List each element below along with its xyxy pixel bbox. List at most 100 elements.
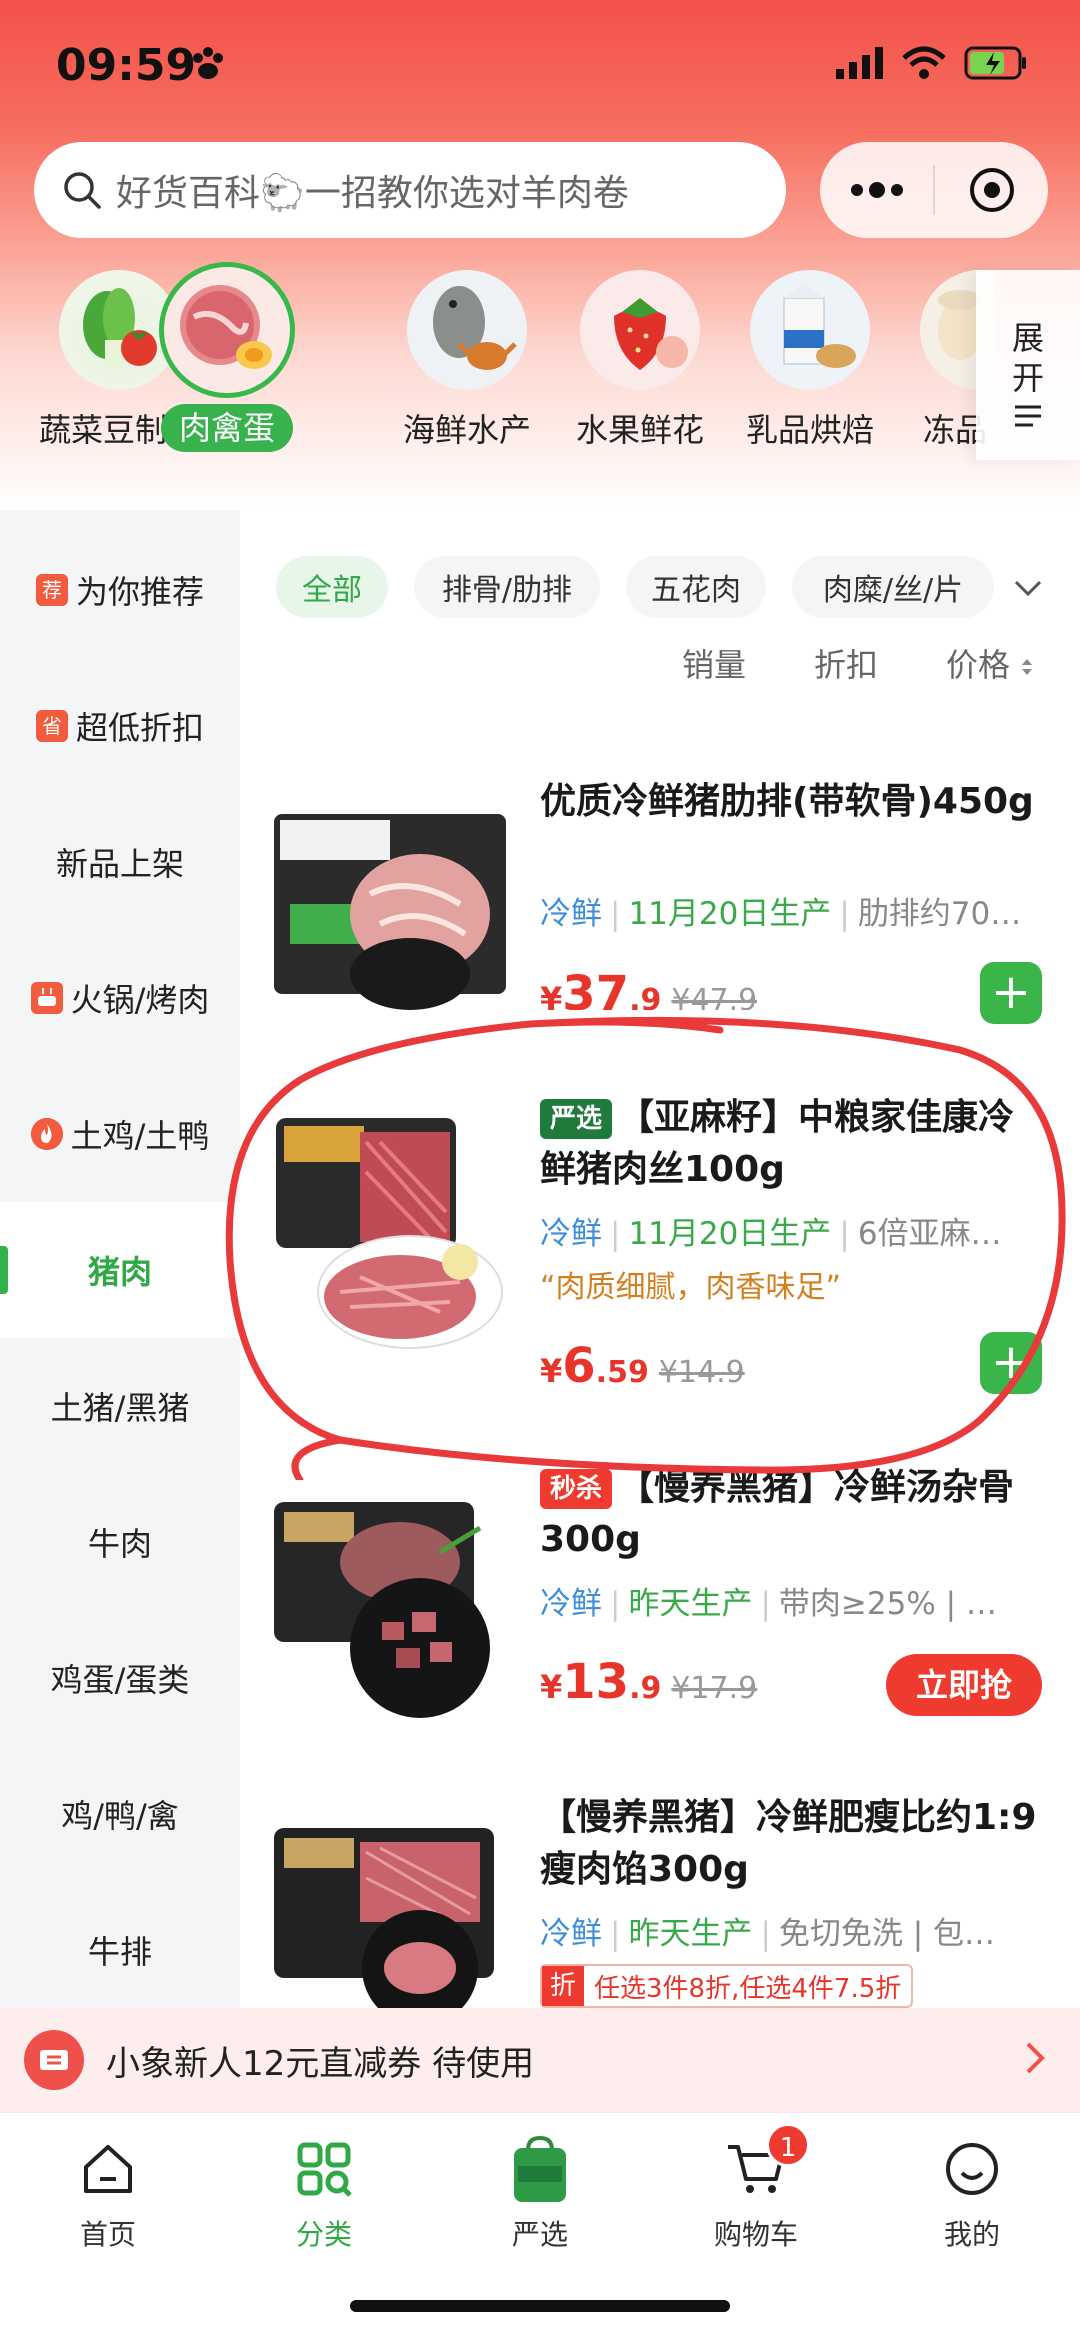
grab-now-button[interactable]: 立即抢 (886, 1654, 1042, 1716)
production-date: 11月20日生产 (628, 896, 832, 932)
production-date: 11月20日生产 (628, 1216, 832, 1252)
product-review-quote: “肉质细腻，肉香味足” (540, 1270, 842, 1305)
tab-strict-selection[interactable]: 严选 (432, 2129, 648, 2253)
close-miniapp-button[interactable] (935, 142, 1048, 238)
category-sidebar: 荐 为你推荐 省 超低折扣 新品上架 火锅/烤肉 土鸡/土鸭 猪肉 土猪/黑猪 … (0, 510, 240, 2010)
sidebar-item-label: 土猪/黑猪 (50, 1389, 190, 1427)
product-image (270, 1112, 510, 1362)
category-label: 肉禽蛋 (160, 404, 293, 452)
product-meta: 冷鲜 | 昨天生产 | 免切免洗 | 包… (540, 1916, 996, 1952)
product-spec: 带肉≥25% | … (778, 1586, 997, 1622)
filter-chip-ribs[interactable]: 排骨/肋排 (414, 556, 600, 618)
smile-face-icon (946, 2143, 998, 2195)
original-price: ¥14.9 (658, 1355, 745, 1390)
fresh-label: 冷鲜 (540, 1216, 602, 1252)
milk-icon (750, 270, 870, 390)
sidebar-item-beef[interactable]: 牛肉 (0, 1474, 240, 1610)
product-card[interactable]: 秒杀 【慢养黑猪】冷鲜汤杂骨300g 冷鲜 | 昨天生产 | 带肉≥25% | … ¥13… (250, 1464, 1060, 1744)
sidebar-item-label: 牛肉 (87, 1525, 152, 1563)
search-icon (64, 172, 101, 209)
home-icon (84, 2145, 132, 2193)
tab-label: 分类 (295, 2218, 352, 2251)
chevron-right-icon (1026, 2042, 1045, 2074)
add-to-cart-button[interactable]: + (980, 962, 1042, 1024)
product-spec: 免切免洗 | 包… (778, 1916, 996, 1952)
coupon-text: 小象新人12元直减券 待使用 (106, 2043, 535, 2084)
category-label: 水果鲜花 (575, 411, 704, 449)
tab-label: 严选 (511, 2218, 568, 2251)
recommend-tag-icon: 荐 (35, 574, 68, 606)
tab-category[interactable]: 分类 (216, 2129, 432, 2253)
category-row: 蔬菜豆制品 肉禽蛋 海鲜水产 水果鲜花 乳品烘焙 冻品 (0, 262, 1080, 480)
expand-categories-button[interactable]: 展 开 (976, 270, 1080, 460)
status-time: 09:59 (56, 40, 197, 91)
sidebar-item-label: 新品上架 (55, 845, 184, 883)
category-grid-icon (297, 2142, 352, 2197)
product-price: ¥13.9 ¥17.9 (540, 1654, 757, 1710)
sidebar-item-label: 火锅/烤肉 (70, 981, 210, 1019)
sidebar-item-heritage-pork[interactable]: 土猪/黑猪 (0, 1338, 240, 1474)
tab-profile[interactable]: 我的 (864, 2129, 1080, 2253)
promo-text: 任选3件8折,任选4件7.5折 (594, 1973, 902, 2004)
new-user-coupon-bar[interactable]: 小象新人12元直减券 待使用 (0, 2008, 1080, 2112)
fresh-label: 冷鲜 (540, 896, 602, 932)
expand-label: 展 (1011, 319, 1044, 357)
sidebar-item-pork[interactable]: 猪肉 (0, 1202, 240, 1338)
sidebar-item-label: 超低折扣 (75, 709, 204, 747)
sidebar-item-eggs[interactable]: 鸡蛋/蛋类 (0, 1610, 240, 1746)
sidebar-item-hotpot-bbq[interactable]: 火锅/烤肉 (0, 930, 240, 1066)
more-button[interactable] (820, 142, 933, 238)
filter-chip-minced[interactable]: 肉糜/丝/片 (792, 556, 994, 618)
product-card[interactable]: 优质冷鲜猪肋排(带软骨)450g 冷鲜 | 11月20日生产 | 肋排约70… ¥37.… (250, 770, 1060, 1030)
seafood-icon (407, 270, 527, 390)
product-card[interactable]: 严选 【亚麻籽】中粮家佳康冷鲜猪肉丝100g 冷鲜 | 11月20日生产 | 6倍亚麻… … (250, 1092, 1060, 1402)
sort-by-sales[interactable]: 销量 (682, 640, 746, 686)
search-input[interactable]: 好货百科🐑一招教你选对羊肉卷 (34, 142, 786, 238)
sidebar-item-label: 为你推荐 (75, 573, 204, 611)
tab-label: 购物车 (713, 2218, 798, 2251)
sort-by-discount[interactable]: 折扣 (814, 640, 878, 686)
product-card[interactable]: 【慢养黑猪】冷鲜肥瘦比约1:9瘦肉馅300g 冷鲜 | 昨天生产 | 免切免洗 | 包…… (250, 1788, 1060, 2026)
price-decimal: .59 (595, 1355, 649, 1390)
tab-home[interactable]: 首页 (0, 2129, 216, 2253)
sidebar-item-new[interactable]: 新品上架 (0, 794, 240, 930)
tab-cart[interactable]: 1 购物车 (648, 2123, 864, 2253)
category-label: 海鲜水产 (402, 411, 531, 449)
sort-by-price[interactable]: 价格 (946, 640, 1034, 686)
product-spec: 6倍亚麻… (857, 1216, 1002, 1252)
target-icon (969, 168, 1014, 212)
strict-selection-bag-icon (514, 2135, 566, 2202)
category-seafood[interactable]: 海鲜水产 (382, 270, 552, 454)
paw-icon (193, 47, 223, 79)
sidebar-item-poultry[interactable]: 鸡/鸭/禽 (0, 1746, 240, 1882)
sidebar-item-steak[interactable]: 牛排 (0, 1882, 240, 2018)
product-image (270, 784, 510, 1024)
sidebar-item-label: 牛排 (87, 1933, 152, 1971)
category-fruit-flowers[interactable]: 水果鲜花 (555, 270, 725, 454)
sidebar-item-discount[interactable]: 省 超低折扣 (0, 658, 240, 794)
filter-chip-all[interactable]: 全部 (276, 556, 388, 618)
meat-icon (159, 262, 295, 398)
currency-symbol: ¥ (540, 1352, 563, 1390)
product-title: 【慢养黑猪】冷鲜肥瘦比约1:9瘦肉馅300g (540, 1797, 1037, 1890)
status-bar: 09:59 (0, 0, 1080, 130)
sidebar-item-recommend[interactable]: 荐 为你推荐 (0, 522, 240, 658)
cart-count-badge: 1 (766, 2123, 810, 2167)
product-image (270, 1482, 510, 1722)
price-decimal: .9 (629, 983, 662, 1010)
strawberry-icon (580, 270, 700, 390)
chevron-down-icon[interactable] (1010, 570, 1046, 606)
filter-chip-pork-belly[interactable]: 五花肉 (626, 556, 766, 618)
expand-label: 开 (1011, 359, 1044, 397)
flash-sale-badge: 秒杀 (540, 1469, 613, 1509)
category-dairy-bakery[interactable]: 乳品烘焙 (725, 270, 895, 454)
product-title: 严选 【亚麻籽】中粮家佳康冷鲜猪肉丝100g (540, 1092, 1040, 1196)
sort-bar: 销量 折扣 价格 (240, 640, 1080, 692)
sidebar-item-chicken-duck[interactable]: 土鸡/土鸭 (0, 1066, 240, 1202)
product-meta: 冷鲜 | 11月20日生产 | 6倍亚麻… (540, 1216, 1002, 1252)
subcategory-filters: 全部 排骨/肋排 五花肉 肉糜/丝/片 (270, 556, 1060, 618)
currency-symbol: ¥ (540, 980, 563, 1010)
product-price: ¥6.59 ¥14.9 (540, 1338, 745, 1394)
add-to-cart-button[interactable]: + (980, 1332, 1042, 1394)
category-meat-eggs[interactable]: 肉禽蛋 (142, 262, 312, 452)
